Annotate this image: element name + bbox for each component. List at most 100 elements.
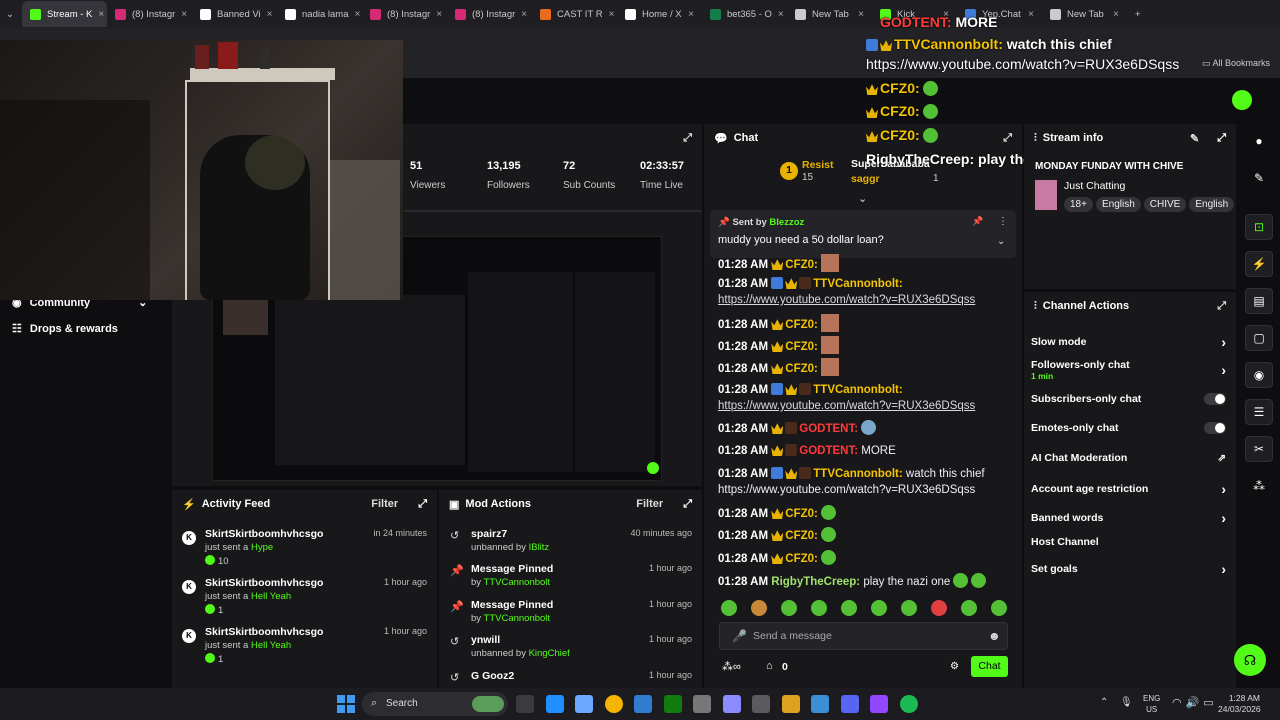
- chat-expand-icon[interactable]: ⤢: [1003, 132, 1012, 145]
- chat-username[interactable]: GODTENT:: [799, 445, 858, 457]
- expand-icon[interactable]: ⤢: [683, 132, 692, 145]
- pinned-message[interactable]: 📌 Sent by Blezzoz muddy you need a 50 do…: [710, 210, 1016, 258]
- support-icon[interactable]: ☊: [1234, 644, 1266, 676]
- language-indicator[interactable]: ENG US: [1143, 693, 1160, 715]
- epic-icon[interactable]: [722, 695, 741, 713]
- chat-bubble-icon[interactable]: ▢: [1245, 325, 1273, 351]
- chat-text[interactable]: https://www.youtube.com/watch?v=RUX3e6DS…: [718, 292, 1008, 308]
- stream-tag[interactable]: CHIVE: [1143, 197, 1187, 212]
- browser-tab[interactable]: bet365 - O ×: [702, 1, 787, 27]
- mod-action-by[interactable]: IBlitz: [529, 542, 550, 553]
- chat-message[interactable]: 01:28 AM CFZ0:: [718, 527, 1008, 544]
- browser-tab[interactable]: New Tab ×: [1042, 1, 1127, 27]
- document-icon[interactable]: ▤: [1245, 288, 1273, 314]
- settings-icon[interactable]: [752, 695, 770, 713]
- close-icon[interactable]: ×: [267, 9, 273, 20]
- close-icon[interactable]: ×: [1028, 9, 1034, 20]
- close-icon[interactable]: ×: [778, 9, 784, 20]
- browser-tab[interactable]: (8) Instagr ×: [447, 1, 532, 27]
- chrome-icon[interactable]: [604, 695, 623, 713]
- browser-tab[interactable]: Home / X ×: [617, 1, 702, 27]
- chevron-down-icon[interactable]: ⌄: [858, 192, 867, 205]
- new-tab-button[interactable]: +: [1127, 1, 1149, 27]
- close-icon[interactable]: ×: [98, 9, 104, 20]
- browser-tab[interactable]: Stream - K ×: [22, 1, 107, 27]
- ai-moderation-row[interactable]: AI Chat Moderation ⇗: [1031, 452, 1226, 464]
- edge-icon[interactable]: [545, 695, 564, 713]
- crop-icon[interactable]: ⊡: [1245, 214, 1273, 240]
- user-avatar[interactable]: [1232, 90, 1252, 110]
- mod-filter-button[interactable]: Filter: [636, 498, 663, 510]
- expand-icon[interactable]: ⤢: [683, 498, 692, 511]
- chat-message[interactable]: 01:28 AM GODTENT:: [718, 420, 1008, 437]
- taskbar-search[interactable]: ⌕ Search: [362, 692, 508, 716]
- chat-username[interactable]: GODTENT:: [799, 423, 858, 435]
- discord-icon[interactable]: [840, 695, 859, 713]
- close-icon[interactable]: ×: [181, 9, 187, 20]
- info-icon[interactable]: ●: [1245, 128, 1273, 154]
- more-icon[interactable]: ⋮: [998, 216, 1008, 227]
- close-icon[interactable]: ×: [354, 9, 360, 20]
- steam-icon[interactable]: [634, 695, 652, 713]
- chat-message[interactable]: 01:28 AM TTVCannonbolt: https://www.yout…: [718, 276, 1008, 308]
- settings-icon[interactable]: ⚙: [950, 661, 959, 672]
- browser-tab[interactable]: New Tab ×: [787, 1, 872, 27]
- browser-tab[interactable]: (8) Instagr ×: [107, 1, 192, 27]
- send-chat-button[interactable]: Chat: [971, 656, 1008, 677]
- tab-list-button[interactable]: ⌄: [0, 1, 22, 27]
- chat-username[interactable]: TTVCannonbolt:: [813, 278, 902, 290]
- points-icon[interactable]: ⁂∞: [722, 660, 741, 673]
- chat-message[interactable]: 01:28 AM TTVCannonbolt: watch this chief…: [718, 466, 1008, 498]
- chevron-down-icon[interactable]: ⌄: [997, 236, 1005, 247]
- spotify-icon[interactable]: [899, 695, 918, 713]
- mod-action-by[interactable]: KingChief: [529, 648, 570, 659]
- list-icon[interactable]: ☰: [1245, 399, 1273, 425]
- chat-message[interactable]: 01:28 AM CFZ0:: [718, 254, 1008, 273]
- emoji-icon[interactable]: ☻: [988, 629, 1001, 643]
- mod-action-by[interactable]: TTVCannonbolt: [484, 613, 551, 624]
- edit-icon[interactable]: ✎: [1245, 165, 1273, 191]
- community-icon[interactable]: ⁂: [1245, 473, 1273, 499]
- close-icon[interactable]: ×: [1113, 9, 1119, 20]
- chat-message[interactable]: 01:28 AM CFZ0:: [718, 336, 1008, 355]
- tray-chevron-icon[interactable]: ⌃: [1100, 697, 1108, 708]
- chat-username[interactable]: TTVCannonbolt:: [813, 384, 902, 396]
- chat-username[interactable]: CFZ0:: [785, 259, 818, 271]
- followers-only-row[interactable]: Followers-only chat 1 min ›: [1031, 359, 1226, 381]
- chat-username[interactable]: CFZ0:: [785, 508, 818, 520]
- mic-icon[interactable]: 🎤: [732, 629, 747, 643]
- account-age-row[interactable]: Account age restriction ›: [1031, 481, 1226, 497]
- emote-picker-icon[interactable]: [901, 600, 917, 616]
- expand-icon[interactable]: ⤢: [418, 498, 427, 511]
- browser-tab[interactable]: Banned Vi ×: [192, 1, 277, 27]
- xbox-icon[interactable]: [663, 695, 682, 713]
- close-icon[interactable]: ×: [609, 9, 615, 20]
- close-icon[interactable]: ×: [858, 9, 864, 20]
- set-goals-row[interactable]: Set goals ›: [1031, 561, 1226, 577]
- chat-username[interactable]: RigbyTheCreep:: [771, 576, 860, 588]
- broadcast-icon[interactable]: ◉: [1245, 362, 1273, 388]
- stream-tag[interactable]: English: [1189, 197, 1235, 212]
- task-view-icon[interactable]: [516, 695, 534, 713]
- close-icon[interactable]: ×: [521, 9, 527, 20]
- emote-picker-icon[interactable]: [841, 600, 857, 616]
- clock[interactable]: 1:28 AM 24/03/2026: [1218, 693, 1261, 715]
- chat-message[interactable]: 01:28 AM CFZ0:: [718, 550, 1008, 567]
- chat-input-box[interactable]: 🎤 Send a message ☻: [719, 622, 1008, 650]
- chat-username[interactable]: CFZ0:: [785, 363, 818, 375]
- emotes-only-toggle[interactable]: [1204, 422, 1226, 434]
- nav-drops[interactable]: ☷ Drops & rewards: [12, 322, 118, 336]
- chat-message[interactable]: 01:28 AM CFZ0:: [718, 314, 1008, 333]
- stream-tag[interactable]: English: [1095, 197, 1141, 212]
- browser-tab[interactable]: nadia lama ×: [277, 1, 362, 27]
- mod-action-by[interactable]: TTVCannonbolt: [484, 577, 551, 588]
- chat-message[interactable]: 01:28 AM TTVCannonbolt: https://www.yout…: [718, 382, 1008, 414]
- lightning-icon[interactable]: ⚡: [1245, 251, 1273, 277]
- subscribers-only-toggle[interactable]: [1204, 393, 1226, 405]
- chat-username[interactable]: CFZ0:: [785, 341, 818, 353]
- emote-picker-icon[interactable]: [811, 600, 827, 616]
- emote-picker-icon[interactable]: [961, 600, 977, 616]
- unpin-icon[interactable]: 📌: [972, 216, 983, 227]
- expand-icon[interactable]: ⤢: [1217, 132, 1226, 145]
- gift-icon[interactable]: ⌂: [766, 660, 773, 672]
